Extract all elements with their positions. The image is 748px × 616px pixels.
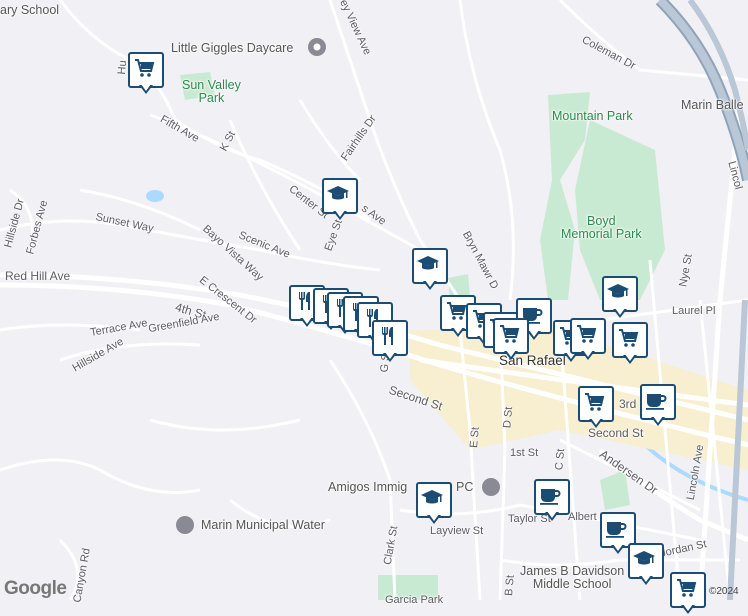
map-marker-coffee[interactable] xyxy=(534,479,570,523)
shopping-cart-icon xyxy=(616,326,640,350)
red-hill-label: Red Hill Ave xyxy=(5,269,71,283)
map-marker-shopping-cart[interactable] xyxy=(612,322,648,366)
school-icon xyxy=(420,486,444,510)
garcia-label: Garcia Park xyxy=(385,594,444,606)
school-top-label: ary School xyxy=(0,3,60,17)
map-marker-shopping-cart[interactable] xyxy=(128,52,164,96)
pond xyxy=(146,190,164,202)
coffee-icon xyxy=(538,483,562,507)
school-icon xyxy=(416,252,440,276)
b-st-label: B St xyxy=(503,574,517,597)
school-icon xyxy=(632,547,656,571)
amigos-pin-icon[interactable] xyxy=(482,478,500,496)
shopping-cart-icon xyxy=(444,299,468,323)
d-st-label: D St xyxy=(501,406,516,429)
shopping-cart-icon xyxy=(674,576,698,600)
shopping-cart-icon xyxy=(574,322,598,346)
map-marker-shopping-cart[interactable] xyxy=(670,572,706,616)
map-marker-restaurant[interactable] xyxy=(372,320,408,364)
map-marker-school[interactable] xyxy=(322,178,358,222)
school-icon xyxy=(606,280,630,304)
copyright-text: ©2024 xyxy=(709,586,739,597)
mountain-park-label: Mountain Park xyxy=(552,109,633,123)
shopping-cart-icon xyxy=(132,56,156,80)
map-marker-shopping-cart[interactable] xyxy=(493,318,529,362)
laurel-label: Laurel Pl xyxy=(672,305,716,317)
map-marker-school[interactable] xyxy=(412,248,448,292)
map-marker-coffee[interactable] xyxy=(640,384,676,428)
c-st-label: C St xyxy=(553,448,568,471)
map-marker-shopping-cart[interactable] xyxy=(570,318,606,362)
daycare-label: Little Giggles Daycare xyxy=(171,41,294,55)
james-school-label: James B Davidson Middle School xyxy=(520,564,625,591)
first-st-label: 1st St xyxy=(510,447,539,459)
sun-valley-park-label: Sun Valley Park xyxy=(182,78,241,105)
map-marker-school[interactable] xyxy=(628,543,664,587)
google-logo: Google xyxy=(4,578,67,599)
shopping-cart-icon xyxy=(497,322,521,346)
map-marker-school[interactable] xyxy=(416,482,452,526)
boyd-park-label: Boyd Memorial Park xyxy=(561,214,642,241)
marin-balle-label: Marin Balle xyxy=(681,98,744,112)
school-icon xyxy=(326,182,350,206)
third-label: 3rd xyxy=(619,397,637,411)
marin-water-pin-icon[interactable] xyxy=(176,516,194,534)
restaurant-icon xyxy=(376,324,400,348)
map-marker-school[interactable] xyxy=(602,276,638,320)
amigos-label: Amigos Immig xyxy=(328,480,408,494)
layview-label: Layview St xyxy=(430,525,484,537)
map-marker-shopping-cart[interactable] xyxy=(578,386,614,430)
coffee-icon xyxy=(604,516,628,540)
marin-water-label: Marin Municipal Water xyxy=(201,518,325,532)
shopping-cart-icon xyxy=(582,390,606,414)
amigos-pc-label: PC xyxy=(456,480,474,494)
coffee-icon xyxy=(644,388,668,412)
e-st-label: E St xyxy=(468,426,482,449)
